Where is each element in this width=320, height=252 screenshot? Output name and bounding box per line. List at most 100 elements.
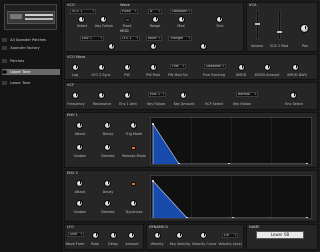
sidebar-item-upper-tone[interactable]: Upper Tone (2, 69, 60, 75)
key-follow-label: Key Follow (95, 24, 113, 28)
pan-knob[interactable] (300, 24, 309, 33)
volume-fader-thumb[interactable] (254, 22, 261, 26)
synth-thumbnail (4, 4, 57, 30)
mod-1-dropdown[interactable]: LFO 1 (120, 36, 140, 41)
env1-point (178, 163, 180, 164)
lag-label: Lag (71, 73, 79, 77)
vca2-mod-label: VCA 2 Mod (269, 44, 289, 48)
xmod-dwv-label: XMOD DWV (287, 73, 307, 77)
env1-amount-knob[interactable] (124, 92, 131, 99)
env1-amount-label: Env 1 Amt (119, 102, 137, 106)
env1-attack-label: Attack (74, 132, 86, 136)
env1-sustain-knob[interactable] (76, 144, 83, 151)
xmod-knob[interactable] (238, 64, 245, 71)
mod-knob[interactable] (178, 16, 185, 23)
lfo-delay-knob[interactable] (110, 232, 117, 239)
lfo-amount-knob[interactable] (128, 232, 135, 239)
vca-title: VCA (249, 3, 257, 7)
sidebar-item-lower-tone[interactable]: Lower Tone (2, 80, 60, 86)
env1-mode-label: Release Mode (122, 154, 146, 158)
wave-header: Wave (120, 3, 130, 7)
mod-2-dropdown[interactable]: RAMP (146, 36, 162, 41)
env1-mode-button[interactable] (131, 146, 136, 150)
env2-mode-button[interactable] (131, 182, 136, 186)
synth-display (10, 14, 22, 19)
env2-release-label: Release (101, 210, 115, 214)
vca2-mod-fader-thumb[interactable] (276, 30, 283, 34)
resonance-knob[interactable] (98, 92, 105, 99)
mod-3-knob[interactable] (200, 43, 207, 50)
source-dropdown[interactable]: Sawtooth (170, 9, 192, 14)
xmod-dwv-knob[interactable] (292, 64, 299, 71)
lfo-waveform-label: Wave Form (65, 242, 85, 246)
wave-toggle[interactable] (125, 18, 130, 22)
velocity-label: Velocity (150, 242, 164, 246)
sidebar-item-label: Xpander Factory (10, 46, 40, 50)
mod-1-knob[interactable] (108, 43, 115, 50)
sidebar-item-all-patches[interactable]: All Xpander Patches (2, 37, 60, 43)
env1-trig-label: Trig Mode (125, 132, 143, 136)
synth-buttons (25, 14, 53, 16)
fine-tracking-dropdown[interactable]: Sawtooth (204, 64, 226, 69)
range-dropdown[interactable]: 8' (148, 9, 162, 14)
select-knob[interactable] (78, 16, 85, 23)
env1-trig-knob[interactable] (130, 122, 137, 129)
mod-section-title: MOD (120, 29, 129, 33)
velocity-curve-label: Velocity Curve (192, 242, 217, 246)
velocity-knob[interactable] (154, 232, 161, 239)
env1-curve (152, 122, 308, 164)
env2-attack-knob[interactable] (76, 180, 83, 187)
vcf-env-dropdown[interactable]: ENV 1 (148, 92, 166, 97)
vcf-mode-dropdown[interactable]: Normal (236, 92, 258, 97)
vco-mod-source-dropdown[interactable]: ENV 1 (80, 36, 104, 41)
velocity-level-dropdown[interactable]: Lin (222, 233, 238, 238)
lfo-rate-label: Rate (91, 242, 99, 246)
key-follow-knob[interactable] (100, 16, 107, 23)
vco-select-dropdown[interactable]: VCO 1 (70, 9, 96, 14)
env1-attack-knob[interactable] (76, 122, 83, 129)
lfo-delay-label: Delay (108, 242, 118, 246)
pw-mod-knob[interactable] (150, 64, 157, 71)
env2-release-knob[interactable] (104, 200, 111, 207)
key-follow-knob-vcf[interactable] (180, 92, 187, 99)
sidebar-item-patches[interactable]: Patches (2, 58, 60, 64)
env2-sustain-knob[interactable] (76, 200, 83, 207)
folder-icon (2, 46, 7, 50)
env2-graph[interactable] (150, 175, 312, 219)
lfo-rate-knob[interactable] (92, 232, 99, 239)
dynamics-title: DYNAMICS (149, 225, 168, 229)
env1-sustain-label: Sustain (73, 154, 87, 158)
vcf-select-label: VCF Select (204, 102, 224, 106)
vcf-title: VCF (67, 83, 75, 87)
vca2-mod-fader[interactable] (278, 10, 281, 40)
sidebar-item-factory[interactable]: Xpander Factory (2, 45, 60, 51)
pw-mod-src-dropdown[interactable]: Fine (170, 64, 186, 69)
synth-buttons (25, 18, 53, 20)
frequency-knob[interactable] (72, 92, 79, 99)
env1-decay-knob[interactable] (104, 122, 111, 129)
lfo-waveform-dropdown[interactable]: Sine (68, 232, 84, 237)
lfo2-sync-knob[interactable] (98, 64, 105, 71)
pw-knob[interactable] (124, 64, 131, 71)
xmod-amount-knob[interactable] (264, 64, 271, 71)
lag-knob[interactable] (72, 64, 79, 71)
velocity-curve-knob[interactable] (200, 232, 207, 239)
env2-decay-knob[interactable] (104, 180, 111, 187)
range-knob[interactable] (152, 16, 159, 23)
env1-point (152, 123, 154, 125)
key-velocity-knob[interactable] (176, 232, 183, 239)
env1-release-knob[interactable] (104, 144, 111, 151)
env2-point (306, 217, 308, 218)
patch-name-field[interactable]: Lower 0B (256, 231, 304, 239)
fine-knob[interactable] (216, 16, 223, 23)
pw-mod-src-label: PW Mod Src (167, 73, 189, 77)
env-select-knob[interactable] (290, 92, 297, 99)
env2-dynamics-knob[interactable] (130, 200, 137, 207)
velocity-level-label: Velocity Level (218, 242, 242, 246)
env1-decay-label: Decay (102, 132, 114, 136)
env1-graph[interactable] (150, 117, 312, 165)
mod-3-dropdown[interactable]: Triangle (168, 36, 192, 41)
env2-dynamics-label: Dynamics (125, 210, 143, 214)
mod-2-knob[interactable] (150, 43, 157, 50)
pulse-dropdown[interactable]: Pulse (120, 9, 138, 14)
